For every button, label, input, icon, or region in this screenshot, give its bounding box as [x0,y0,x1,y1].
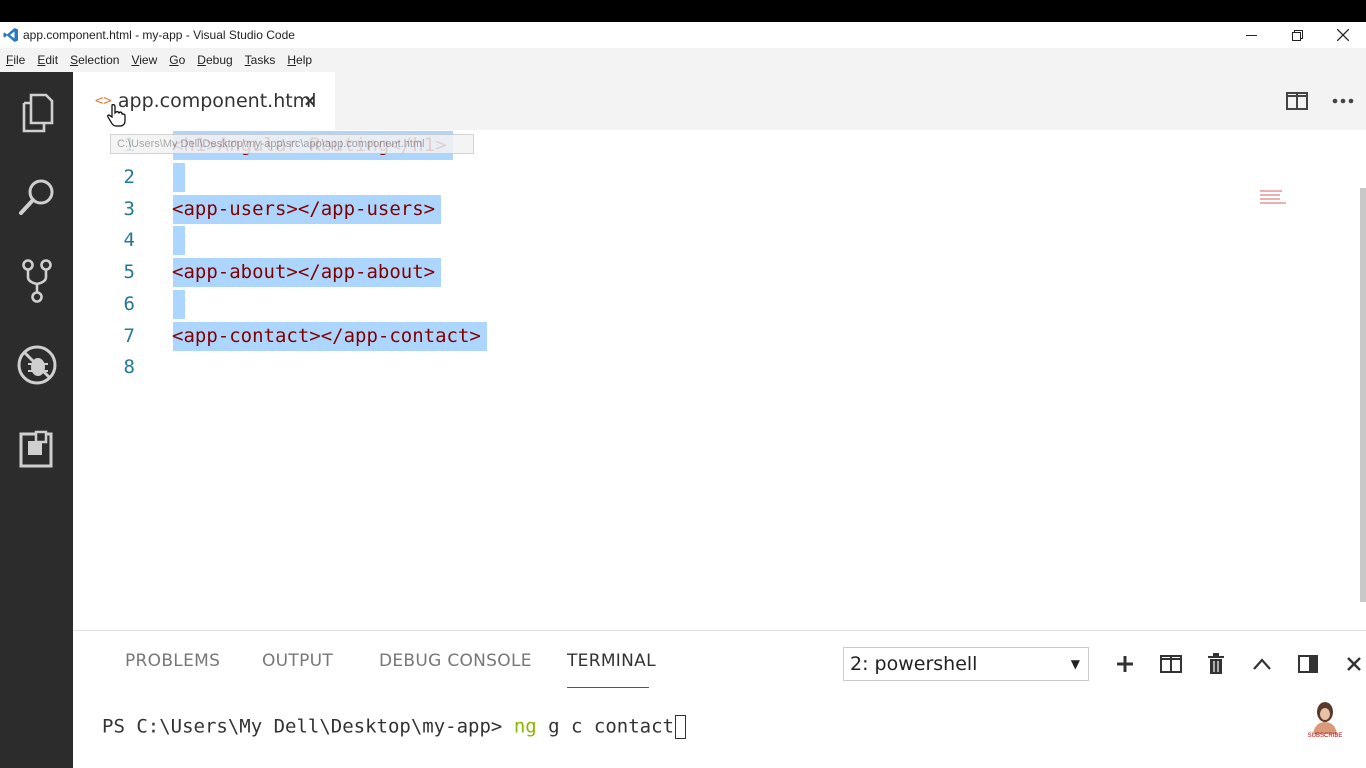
menu-view[interactable]: View [131,53,157,67]
activity-bar [0,72,73,768]
terminal-select-value: 2: powershell [850,653,978,675]
screen-top-border [0,0,1366,22]
window-title: app.component.html - my-app - Visual Stu… [23,28,295,42]
menu-selection[interactable]: Selection [70,53,119,67]
line-number: 3 [123,198,135,220]
tab-output[interactable]: OUTPUT [262,651,333,671]
line-text: <app-users></app-users> [172,198,436,220]
terminal-args: g c contact [536,715,674,738]
active-tab-indicator [567,687,649,688]
split-editor-icon[interactable] [1274,88,1320,114]
close-window-button[interactable] [1320,22,1366,48]
explorer-icon[interactable] [14,90,60,136]
line-text: <app-about></app-about> [172,261,436,283]
selection-highlight [173,226,185,255]
debug-icon[interactable] [14,342,60,388]
split-terminal-icon[interactable] [1154,647,1188,681]
menu-file[interactable]: File [6,53,25,67]
subscribe-label: SUBSCRIBE [1307,733,1343,739]
code-line: 5 <app-about></app-about> [73,257,1353,288]
line-number: 2 [123,166,135,188]
more-actions-icon[interactable] [1320,88,1366,114]
terminal-output[interactable]: PS C:\Users\My Dell\Desktop\my-app> ng g… [102,715,686,739]
extensions-icon[interactable] [14,426,60,472]
file-path-tooltip: C:\Users\My Dell\Desktop\my-app\src\app\… [110,134,474,154]
code-line: 4 [73,225,1353,256]
title-bar: app.component.html - my-app - Visual Stu… [0,22,1366,48]
line-text: <app-contact></app-contact> [172,325,481,347]
mouse-pointer-icon [107,104,126,127]
menu-tasks[interactable]: Tasks [245,53,276,67]
line-number: 5 [123,261,135,283]
toggle-panel-position-icon[interactable] [1291,647,1325,681]
terminal-prompt: PS C:\Users\My Dell\Desktop\my-app> [102,715,514,738]
selection-highlight [173,290,185,319]
search-icon[interactable] [14,174,60,220]
subscribe-watermark: SUBSCRIBE [1305,700,1345,742]
editor-area: <> app.component.html × 1 <h1>Angular Ro… [73,72,1366,630]
menu-help[interactable]: Help [287,53,312,67]
trash-icon[interactable] [1199,647,1233,681]
code-editor[interactable]: 1 <h1>Angular Routing</h1> 2 3 <app-user… [73,130,1366,630]
line-number: 6 [123,293,135,315]
menu-bar: File Edit Selection View Go Debug Tasks … [0,48,1366,72]
selection-highlight [173,163,185,192]
tab-terminal[interactable]: TERMINAL [567,651,656,671]
minimap[interactable] [1260,190,1290,208]
close-tab-icon[interactable]: × [304,91,315,112]
line-number: 7 [123,325,135,347]
restore-button[interactable] [1274,22,1320,48]
minimize-button[interactable] [1228,22,1274,48]
close-panel-icon[interactable] [1337,647,1366,681]
source-control-icon[interactable] [14,258,60,304]
code-line: 8 [73,352,1353,383]
maximize-panel-icon[interactable] [1245,647,1279,681]
terminal-cursor [674,715,686,739]
menu-edit[interactable]: Edit [37,53,58,67]
vscode-logo-icon [3,28,18,42]
terminal-command: ng [513,715,537,738]
new-terminal-icon[interactable] [1108,647,1142,681]
code-line: 3 <app-users></app-users> [73,194,1353,225]
line-number: 8 [123,356,135,378]
tab-debug-console[interactable]: DEBUG CONSOLE [379,651,532,671]
line-number: 4 [123,229,135,251]
code-line: 2 [73,162,1353,193]
tab-strip: <> app.component.html × [73,72,1366,130]
avatar [1313,702,1337,734]
menu-debug[interactable]: Debug [197,53,232,67]
bottom-panel: PROBLEMS OUTPUT DEBUG CONSOLE TERMINAL 2… [73,630,1366,768]
dropdown-caret-icon: ▼ [1070,657,1080,671]
tab-problems[interactable]: PROBLEMS [125,651,220,671]
tab-label: app.component.html [117,90,317,112]
code-line: 6 [73,289,1353,320]
code-line: 7 <app-contact></app-contact> [73,321,1353,352]
menu-go[interactable]: Go [169,53,185,67]
terminal-select[interactable]: 2: powershell ▼ [843,647,1089,681]
editor-scrollbar[interactable] [1360,188,1366,602]
